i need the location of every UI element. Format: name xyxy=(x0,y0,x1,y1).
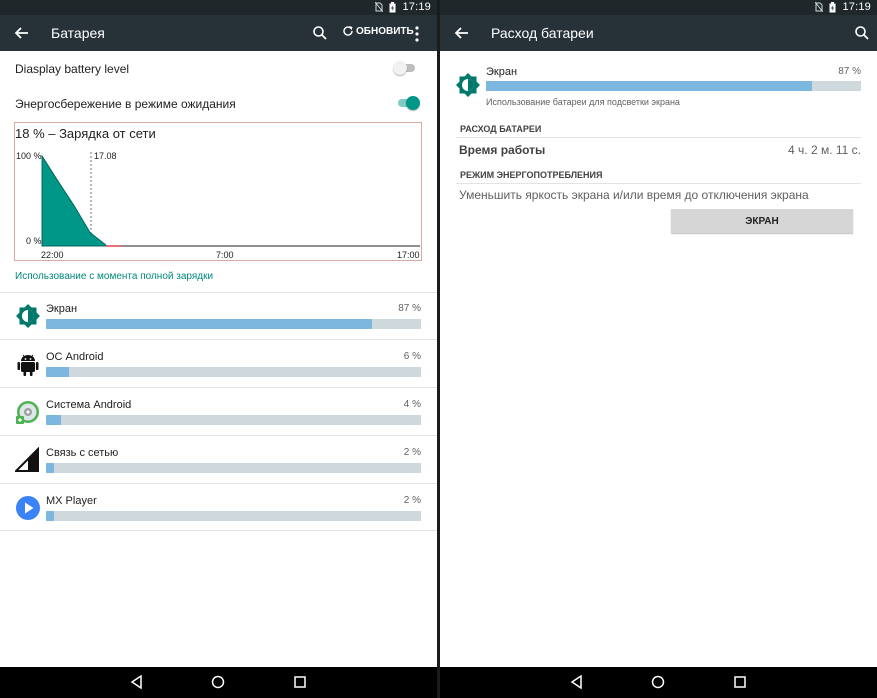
usage-name: MX Player xyxy=(46,495,97,507)
detail-usage-bar xyxy=(486,81,861,91)
standby-saving-switch[interactable] xyxy=(396,95,422,111)
usage-name: Связь с сетью xyxy=(46,447,119,459)
cell-signal-icon xyxy=(15,447,39,472)
battery-chart-svg xyxy=(41,152,420,247)
more-vert-icon[interactable] xyxy=(412,25,422,43)
detail-percent: 87 % xyxy=(838,66,861,77)
back-triangle-icon[interactable] xyxy=(129,674,145,690)
page-title: Батарея xyxy=(51,25,105,41)
usage-bar xyxy=(46,463,421,473)
usage-bar xyxy=(46,319,421,329)
recents-square-icon[interactable] xyxy=(732,674,748,690)
usage-percent: 2 % xyxy=(403,495,421,506)
status-icons: 17:19 xyxy=(375,1,431,13)
usage-percent: 4 % xyxy=(403,399,421,410)
usage-item-android-system[interactable]: Система Android 4 % xyxy=(0,388,437,436)
display-battery-level-switch[interactable] xyxy=(393,60,419,76)
no-sim-icon xyxy=(375,2,384,12)
refresh-button[interactable]: ОБНОВИТЬ xyxy=(342,25,414,37)
usage-bar-fill xyxy=(46,415,61,425)
back-triangle-icon[interactable] xyxy=(569,674,585,690)
recents-square-icon[interactable] xyxy=(292,674,308,690)
app-bar: Расход батареи xyxy=(440,15,877,51)
battery-charging-icon xyxy=(829,1,836,12)
page-title: Расход батареи xyxy=(491,25,594,41)
divider xyxy=(456,137,861,138)
screen-settings-button[interactable]: ЭКРАН xyxy=(671,209,853,233)
usage-name: ОС Android xyxy=(46,351,104,363)
usage-bar-fill xyxy=(46,463,54,473)
android-system-icon xyxy=(16,401,39,424)
detail-app-name: Экран xyxy=(486,66,518,78)
status-icons: 17:19 xyxy=(815,1,871,13)
battery-level-area xyxy=(41,154,107,247)
search-icon[interactable] xyxy=(311,24,329,42)
refresh-label: ОБНОВИТЬ xyxy=(356,25,414,37)
y-tick-label-bottom: 0 % xyxy=(26,236,42,246)
x-tick-label: 22:00 xyxy=(41,250,64,260)
power-mode-hint: Уменьшить яркость экрана и/или время до … xyxy=(459,188,809,202)
x-tick-label: 7:00 xyxy=(216,250,234,260)
display-battery-level-label: Diasplay battery level xyxy=(15,62,130,76)
usage-bar-fill xyxy=(46,511,54,521)
battery-usage-category-header: РАСХОД БАТАРЕИ xyxy=(460,124,542,134)
usage-item-network[interactable]: Связь с сетью 2 % xyxy=(0,436,437,484)
divider xyxy=(456,183,861,184)
home-circle-icon[interactable] xyxy=(210,674,226,690)
usage-item-android-os[interactable]: ОС Android 6 % xyxy=(0,340,437,388)
usage-name: Система Android xyxy=(46,399,132,411)
status-time: 17:19 xyxy=(842,1,871,13)
status-bar: 17:19 xyxy=(440,0,877,15)
screen-brightness-icon xyxy=(16,304,40,328)
search-icon[interactable] xyxy=(853,24,871,42)
power-mode-category-header: РЕЖИМ ЭНЕРГОПОТРЕБЛЕНИЯ xyxy=(460,170,603,180)
navigation-bar xyxy=(440,667,877,698)
usage-bar-fill xyxy=(46,367,69,377)
detail-description: Использование батареи для подсветки экра… xyxy=(486,97,680,107)
usage-percent: 87 % xyxy=(398,303,421,314)
x-tick-label: 17:00 xyxy=(397,250,420,260)
status-bar: 17:19 xyxy=(0,0,437,15)
usage-bar-fill xyxy=(46,319,373,329)
switch-thumb xyxy=(406,96,420,110)
screenshot-root: 17:19 Батарея ОБНОВИТЬ Diasplay battery … xyxy=(0,0,877,698)
app-bar: Батарея ОБНОВИТЬ xyxy=(0,15,437,51)
usage-item-screen[interactable]: Экран 87 % xyxy=(0,292,437,340)
switch-thumb xyxy=(393,61,407,75)
now-marker-label: 17.08 xyxy=(94,151,117,161)
uptime-label: Время работы xyxy=(459,143,546,157)
status-time: 17:19 xyxy=(402,1,431,13)
divider xyxy=(0,530,437,531)
navigation-bar xyxy=(0,667,437,698)
back-arrow-icon[interactable] xyxy=(12,23,32,43)
battery-charging-icon xyxy=(389,1,396,12)
play-circle-icon xyxy=(16,496,40,520)
home-circle-icon[interactable] xyxy=(650,674,666,690)
back-arrow-icon[interactable] xyxy=(452,23,472,43)
usage-percent: 2 % xyxy=(403,447,421,458)
screen-brightness-icon xyxy=(456,73,480,97)
uptime-value: 4 ч. 2 м. 11 с. xyxy=(788,143,861,157)
usage-percent: 6 % xyxy=(403,351,421,362)
usage-bar xyxy=(46,415,421,425)
y-tick-label-top: 100 % xyxy=(16,151,42,161)
standby-saving-label: Энергосбережение в режиме ожидания xyxy=(15,97,236,111)
battery-screen: 17:19 Батарея ОБНОВИТЬ Diasplay battery … xyxy=(0,0,437,698)
usage-since-full-charge-header: Использование с момента полной зарядки xyxy=(15,271,214,282)
battery-usage-detail-screen: 17:19 Расход батареи Экран 87 % Использо… xyxy=(440,0,877,698)
android-robot-icon xyxy=(17,354,39,376)
usage-bar xyxy=(46,367,421,377)
usage-bar xyxy=(46,511,421,521)
detail-usage-bar-fill xyxy=(486,81,813,91)
refresh-icon xyxy=(343,26,353,36)
usage-name: Экран xyxy=(46,303,78,315)
usage-item-mx-player[interactable]: MX Player 2 % xyxy=(0,484,437,532)
no-sim-icon xyxy=(815,2,824,12)
